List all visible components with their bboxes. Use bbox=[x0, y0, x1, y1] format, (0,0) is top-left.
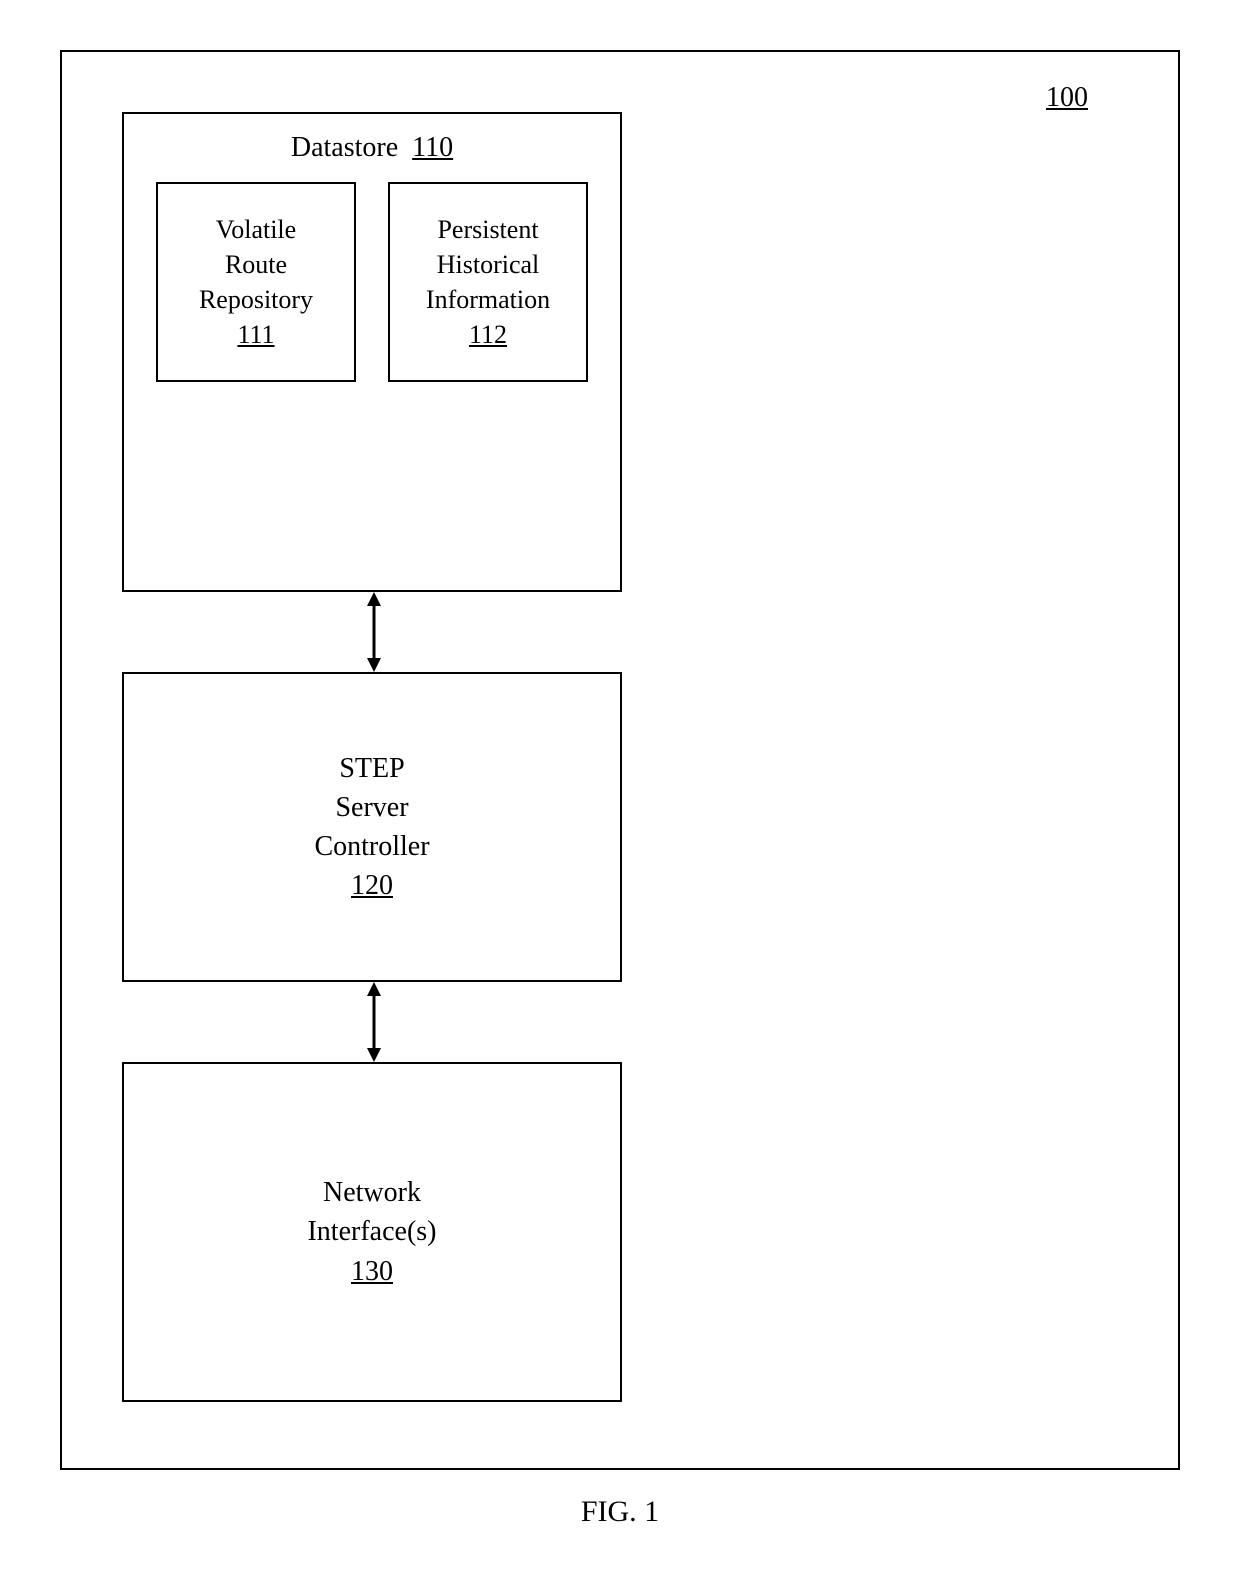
datastore-title-text: Datastore bbox=[291, 132, 398, 163]
volatile-ref: 111 bbox=[237, 317, 274, 352]
step-line1: STEP bbox=[339, 749, 404, 788]
network-ref: 130 bbox=[351, 1252, 393, 1291]
datastore-ref: 110 bbox=[412, 132, 453, 163]
volatile-route-repository-box: Volatile Route Repository 111 bbox=[156, 182, 356, 382]
step-server-controller-box: STEP Server Controller 120 bbox=[122, 672, 622, 982]
persistent-historical-information-box: Persistent Historical Information 112 bbox=[388, 182, 588, 382]
double-arrow-icon bbox=[367, 982, 381, 1062]
double-arrow-icon bbox=[367, 592, 381, 672]
persistent-ref: 112 bbox=[469, 317, 507, 352]
persistent-line1: Persistent bbox=[437, 212, 538, 247]
step-line2: Server bbox=[335, 788, 408, 827]
step-line3: Controller bbox=[314, 827, 429, 866]
figure-caption: FIG. 1 bbox=[0, 1495, 1240, 1529]
volatile-line3: Repository bbox=[199, 282, 313, 317]
datastore-box: Datastore 110 Volatile Route Repository … bbox=[122, 112, 622, 592]
figure-reference-number: 100 bbox=[1046, 82, 1088, 114]
persistent-line2: Historical bbox=[437, 247, 540, 282]
network-line1: Network bbox=[323, 1173, 421, 1212]
datastore-inner-row: Volatile Route Repository 111 Persistent… bbox=[124, 182, 620, 382]
persistent-line3: Information bbox=[426, 282, 550, 317]
network-line2: Interface(s) bbox=[307, 1212, 436, 1251]
network-interfaces-box: Network Interface(s) 130 bbox=[122, 1062, 622, 1402]
diagram-frame: 100 Datastore 110 Volatile Route Reposit… bbox=[60, 50, 1180, 1470]
volatile-line1: Volatile bbox=[216, 212, 296, 247]
datastore-title: Datastore 110 bbox=[124, 132, 620, 164]
volatile-line2: Route bbox=[225, 247, 287, 282]
step-ref: 120 bbox=[351, 866, 393, 905]
